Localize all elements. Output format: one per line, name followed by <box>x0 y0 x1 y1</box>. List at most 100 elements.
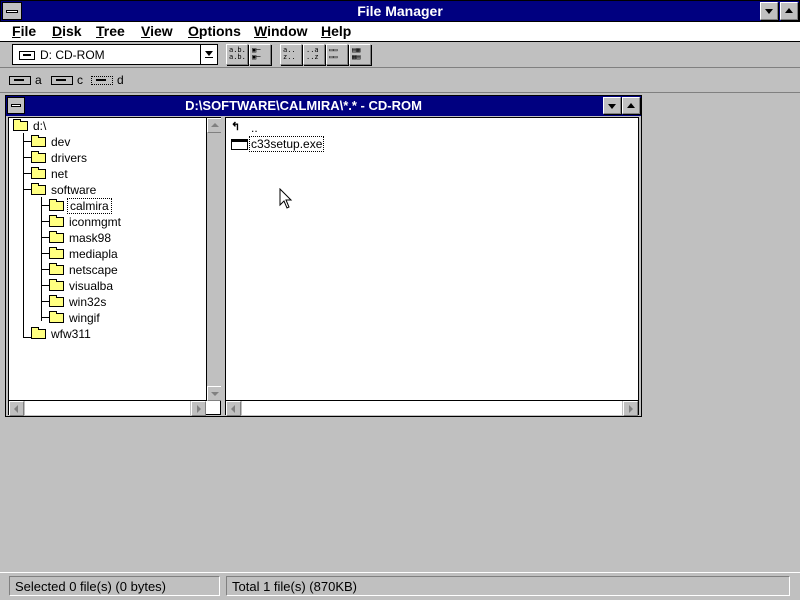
folder-icon <box>49 263 64 275</box>
directory-window-title-bar[interactable]: D:\SOFTWARE\CALMIRA\*.* - CD-ROM <box>6 96 641 116</box>
menu-view[interactable]: View <box>141 23 173 39</box>
sort-by-date-button[interactable]: ▤▦ ▦▤ <box>349 44 371 65</box>
folder-icon <box>31 135 46 147</box>
file-list[interactable]: ↰ .. c33setup.exe <box>226 117 639 416</box>
cdrom-drive-icon <box>91 76 113 85</box>
menu-options[interactable]: Options <box>188 23 241 39</box>
tree-node-label: drivers <box>51 151 88 165</box>
tree-line <box>23 173 31 174</box>
menu-disk[interactable]: Disk <box>52 23 82 39</box>
scroll-right-button[interactable] <box>623 401 638 416</box>
tree-vertical-scrollbar[interactable] <box>206 118 222 401</box>
sort-name-icon: a.. z.. <box>283 46 296 61</box>
folder-icon <box>31 183 46 195</box>
file-manager-window: File Manager File Disk Tree View Options… <box>0 0 800 600</box>
scroll-track[interactable] <box>207 134 222 385</box>
scroll-right-button[interactable] <box>191 401 206 416</box>
maximize-button[interactable] <box>780 2 798 20</box>
window-title: File Manager <box>357 3 443 19</box>
status-total: Total 1 file(s) (870KB) <box>226 576 790 596</box>
tree-line <box>41 301 49 302</box>
tree-line <box>41 317 49 318</box>
folder-icon <box>31 327 46 339</box>
tree-node-label: wingif <box>69 311 100 325</box>
title-bar[interactable]: File Manager <box>0 0 800 22</box>
tree-horizontal-scrollbar[interactable] <box>9 400 206 416</box>
toolbar: D: CD-ROM a.b. a.b. ▣─ ▣─ a.. z.. ..a ..z ▭▭… <box>0 42 800 68</box>
maximize-icon <box>785 8 793 13</box>
tree-line <box>23 141 31 142</box>
sort-by-size-button[interactable]: ▭▭ ▭▭ <box>326 44 348 65</box>
folder-icon <box>13 119 28 131</box>
hard-drive-icon <box>51 76 73 85</box>
list-horizontal-scrollbar[interactable] <box>226 400 638 416</box>
scroll-track[interactable] <box>242 401 622 415</box>
connect-net-drive-button[interactable]: a.b. a.b. <box>226 44 248 65</box>
folder-icon <box>49 311 64 323</box>
directory-window-title: D:\SOFTWARE\CALMIRA\*.* - CD-ROM <box>185 98 422 113</box>
tree-line <box>23 337 31 338</box>
child-minimize-button[interactable] <box>603 97 621 114</box>
disconnect-net-drive-button[interactable]: ▣─ ▣─ <box>249 44 271 65</box>
tree-node-label: win32s <box>69 295 107 309</box>
status-selected: Selected 0 file(s) (0 bytes) <box>9 576 220 596</box>
tree-node-label: net <box>51 167 68 181</box>
tree-line <box>41 237 49 238</box>
tree-line <box>23 157 31 158</box>
minimize-button[interactable] <box>760 2 778 20</box>
tree-line <box>23 133 24 338</box>
drive-c[interactable]: c <box>51 72 83 89</box>
tree-line <box>23 189 31 190</box>
menu-help[interactable]: Help <box>321 23 351 39</box>
executable-icon <box>231 139 248 150</box>
directory-window: D:\SOFTWARE\CALMIRA\*.* - CD-ROM d:\ dev <box>5 95 642 417</box>
list-item-label: c33setup.exe <box>249 136 325 152</box>
folder-icon <box>31 167 46 179</box>
menu-file[interactable]: File <box>12 23 36 39</box>
tree-node-label: netscape <box>69 263 118 277</box>
maximize-icon <box>627 103 635 108</box>
drive-bar: a c d <box>0 69 800 93</box>
sort-date-icon: ▤▦ ▦▤ <box>352 46 361 61</box>
dropdown-arrow-icon[interactable] <box>200 45 217 64</box>
scroll-left-button[interactable] <box>9 401 24 416</box>
menu-tree[interactable]: Tree <box>96 23 125 39</box>
scroll-up-button[interactable] <box>207 118 222 133</box>
scroll-track[interactable] <box>25 401 190 415</box>
tree-line <box>41 205 49 206</box>
drive-d-label: d <box>117 73 124 87</box>
open-folder-icon <box>49 199 64 211</box>
cdrom-drive-icon <box>19 51 35 60</box>
child-maximize-button[interactable] <box>622 97 640 114</box>
tree-line <box>41 197 42 321</box>
sort-by-name-button[interactable]: a.. z.. <box>280 44 302 65</box>
scroll-left-button[interactable] <box>226 401 241 416</box>
tree-node-label: d:\ <box>33 119 47 133</box>
drive-a-label: a <box>35 73 42 87</box>
tree-node-label: dev <box>51 135 71 149</box>
sort-by-type-button[interactable]: ..a ..z <box>303 44 325 65</box>
list-item-label: .. <box>251 121 258 135</box>
folder-icon <box>49 231 64 243</box>
drive-select[interactable]: D: CD-ROM <box>12 44 218 65</box>
connect-drive-icon: a.b. a.b. <box>229 46 246 61</box>
folder-icon <box>49 295 64 307</box>
drive-a[interactable]: a <box>9 72 42 89</box>
tree-node-label: calmira <box>67 198 112 214</box>
parent-directory-icon: ↰ <box>231 121 241 133</box>
tree-line <box>41 221 49 222</box>
menu-window[interactable]: Window <box>254 23 308 39</box>
tree-node-label: iconmgmt <box>69 215 122 229</box>
scroll-down-button[interactable] <box>207 386 222 401</box>
drive-d[interactable]: d <box>91 72 127 89</box>
tree-node-label: mask98 <box>69 231 112 245</box>
tree-line <box>41 253 49 254</box>
menu-bar: File Disk Tree View Options Window Help <box>0 22 800 42</box>
tree-node-label: software <box>51 183 97 197</box>
status-bar: Selected 0 file(s) (0 bytes) Total 1 fil… <box>0 572 800 600</box>
tree-node-label: mediapla <box>69 247 118 261</box>
drive-select-value: D: CD-ROM <box>40 48 105 62</box>
directory-tree[interactable]: d:\ dev drivers net software calmira ico… <box>8 117 222 416</box>
tree-line <box>41 285 49 286</box>
minimize-icon <box>765 9 773 14</box>
